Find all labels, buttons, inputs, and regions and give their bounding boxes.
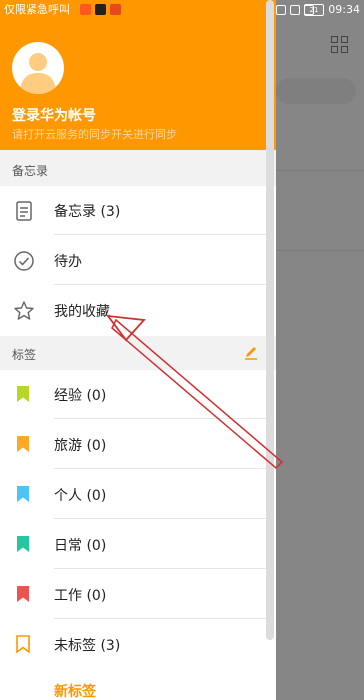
annotation-arrow bbox=[106, 314, 284, 470]
